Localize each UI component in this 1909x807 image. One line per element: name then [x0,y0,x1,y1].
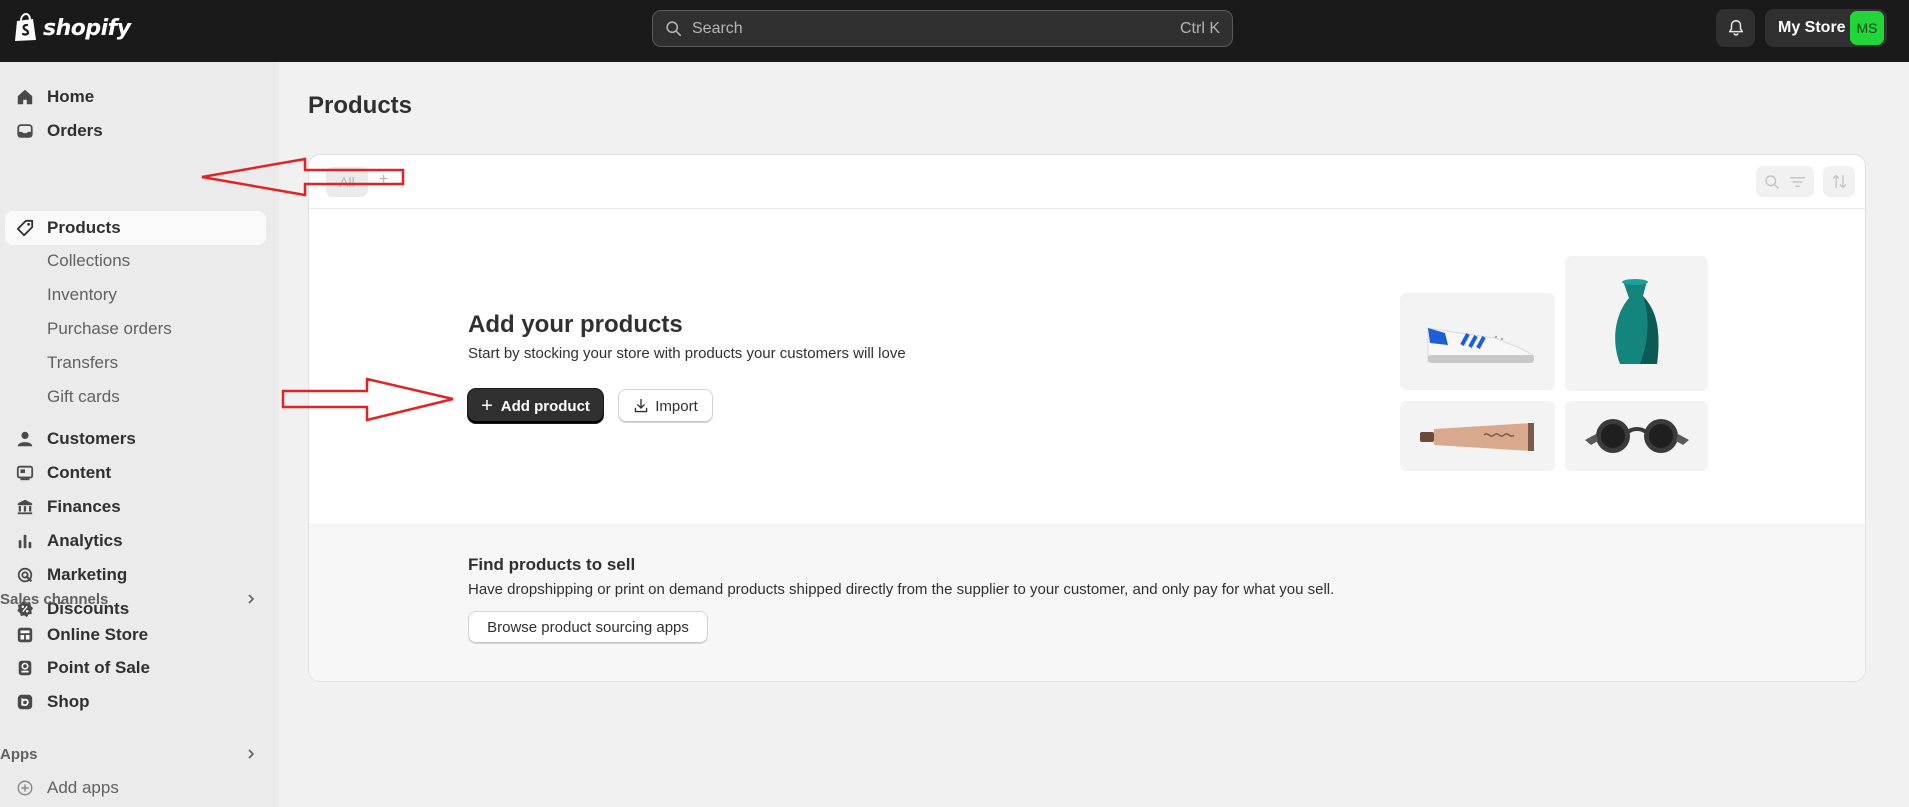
chevron-right-icon[interactable] [245,593,257,605]
tube-icon [1420,423,1534,451]
sidebar-item-label: Home [47,87,95,106]
sidebar-item-label: Transfers [47,353,119,372]
sidebar-item-label: Marketing [47,565,128,584]
store-name: My Store [1778,19,1846,36]
bell-icon [1728,20,1743,36]
sidebar-item-label: Finances [47,497,121,516]
tag-icon [16,219,34,237]
download-icon [634,398,648,413]
sidebar-item-label: Purchase orders [47,319,172,338]
sidebar-item-label: Collections [47,251,131,270]
target-icon [17,567,33,583]
search-placeholder: Search [692,19,743,37]
sidebar-item-label: Content [47,463,112,482]
sidebar-item-label: Customers [47,429,136,448]
products-card: All + Add your products Start by stockin… [308,154,1866,682]
sneaker-icon [1427,327,1534,363]
vase-illustration [1565,256,1708,391]
notifications-button[interactable] [1716,9,1755,47]
tube-illustration [1400,401,1555,471]
find-products-section: Find products to sell Have dropshipping … [309,523,1865,681]
apps-label: Apps [0,746,38,763]
sidebar-item-label: Gift cards [47,387,120,406]
empty-state-title: Add your products [468,311,683,338]
store-menu-button[interactable]: My Store MS [1765,9,1887,47]
sneaker-illustration [1400,293,1555,390]
sort-button[interactable] [1823,166,1855,197]
sunglasses-illustration [1565,401,1708,471]
add-product-button[interactable]: + Add product [468,389,603,423]
sidebar-item-label: Shop [47,692,90,711]
empty-state-subtitle: Start by stocking your store with produc… [468,345,906,362]
page-title: Products [308,92,413,119]
sidebar-item-label: Point of Sale [47,658,150,677]
sidebar-item-label: Inventory [47,285,117,304]
annotation-arrow-right [281,377,454,422]
sales-channels-label: Sales channels [0,591,109,608]
search-filter-button[interactable] [1756,166,1814,197]
search-bar[interactable]: Search Ctrl K [652,10,1233,47]
sidebar-item-label: Analytics [47,531,123,550]
search-icon [1765,174,1780,189]
search-icon [666,21,682,37]
apps-heading[interactable]: Apps [0,746,38,763]
home-icon [17,89,33,105]
shopify-bag-icon [15,13,36,41]
sidebar-item-label: Products [47,218,121,237]
content-icon [16,465,34,481]
plus-icon: + [481,394,493,417]
shop-icon [17,694,33,710]
store-avatar: MS [1850,11,1884,45]
import-label: Import [655,397,698,415]
sort-icon [1832,174,1846,189]
search-shortcut: Ctrl K [1180,19,1220,37]
sunglasses-icon [1585,419,1689,453]
annotation-arrow-left [201,157,405,197]
vase-icon [1615,279,1659,364]
sidebar-item-label: Add apps [47,778,119,797]
active-nav-highlight [5,211,266,245]
add-product-label: Add product [500,397,590,415]
chevron-right-icon[interactable] [245,748,257,760]
find-products-subtitle: Have dropshipping or print on demand pro… [468,581,1335,598]
top-bar: shopify Search Ctrl K My Store MS [0,0,1909,62]
browse-sourcing-apps-button[interactable]: Browse product sourcing apps [468,611,708,644]
filter-icon [1789,176,1805,187]
sidebar-item-label: Online Store [47,625,149,644]
store-icon [17,627,33,643]
bank-icon [17,499,33,515]
bar-chart-icon [18,534,32,549]
sales-channels-heading[interactable]: Sales channels [0,591,108,608]
pos-icon [18,660,32,676]
logo-text: shopify [43,15,131,41]
inbox-icon [17,124,33,138]
sidebar-item-label: Orders [47,121,103,140]
import-button[interactable]: Import [618,389,713,423]
shopify-logo[interactable]: shopify [12,13,131,43]
products-toolbar: All + [309,155,1865,209]
find-products-title: Find products to sell [468,555,636,574]
plus-circle-icon [17,780,33,796]
person-icon [17,431,33,447]
